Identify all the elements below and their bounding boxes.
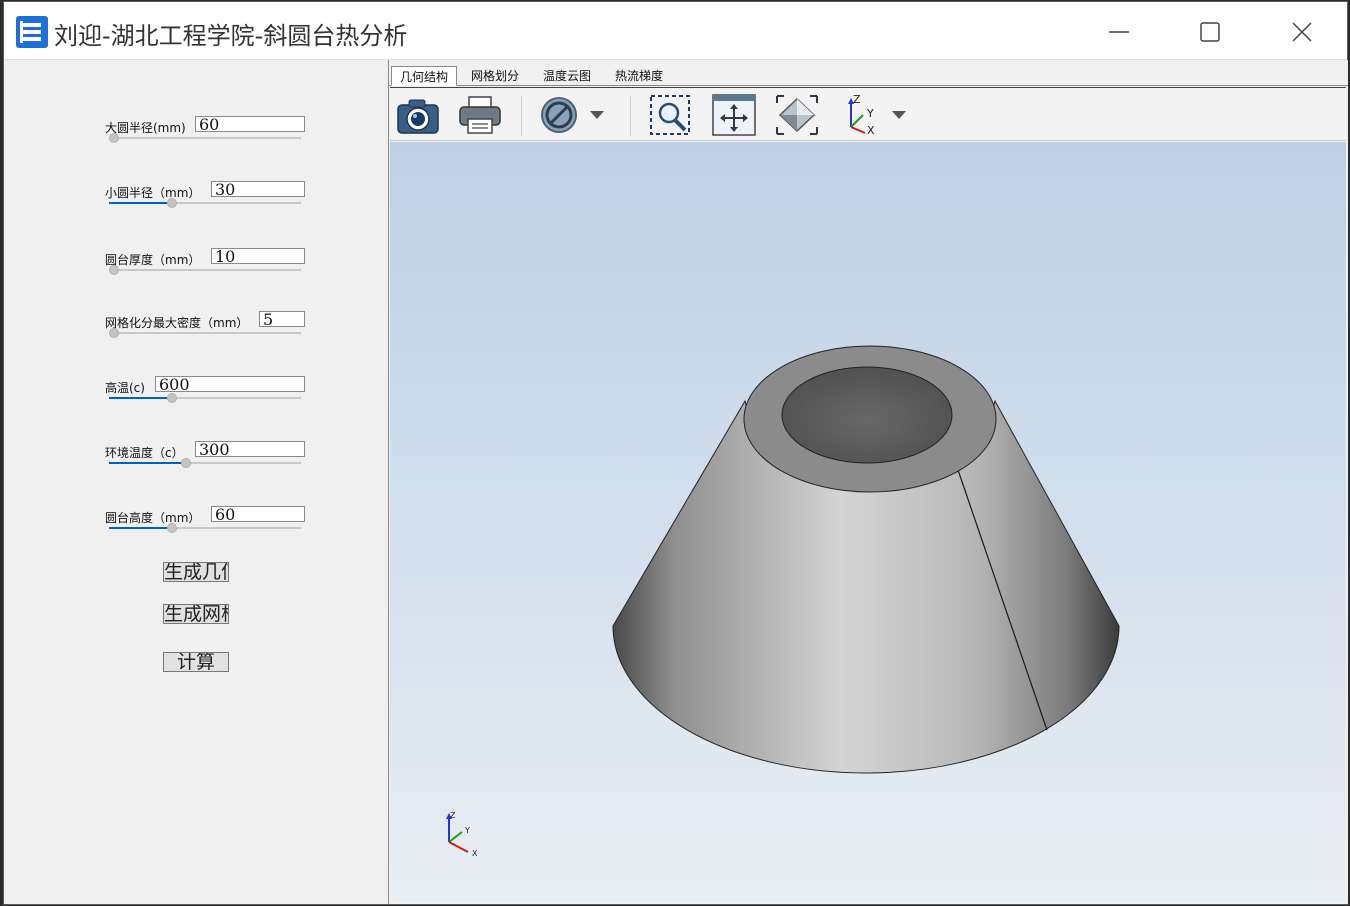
screenshot-button[interactable]: [394, 92, 442, 138]
param-label: 圆台厚度（mm）: [105, 253, 201, 267]
thickness-slider[interactable]: [109, 265, 301, 275]
minimize-icon: [1109, 31, 1129, 33]
param-thickness: 圆台厚度（mm） 10: [105, 248, 305, 291]
param-small-radius: 小圆半径（mm） 30: [105, 181, 305, 224]
compute-button[interactable]: 计算: [163, 652, 229, 672]
param-label: 环境温度（c）: [105, 446, 184, 460]
ambient-temp-input[interactable]: 300: [195, 441, 305, 457]
triad-z-label: Z: [450, 811, 456, 820]
small-radius-slider[interactable]: [109, 198, 301, 208]
tab-temperature[interactable]: 温度云图: [535, 66, 599, 86]
zoom-box-icon: [650, 95, 690, 135]
parameter-panel: 大圆半径(mm) 60 小圆半径（mm） 30 圆台厚度（mm） 10 网格化分…: [4, 60, 388, 904]
tab-heat-flux[interactable]: 热流梯度: [607, 66, 671, 86]
fit-all-button[interactable]: [710, 92, 758, 138]
axes-orientation-icon: Z Y X: [848, 93, 875, 137]
toolbar-separator: [521, 96, 522, 136]
mesh-density-slider[interactable]: [109, 328, 301, 338]
toolbar-separator: [630, 96, 631, 136]
cone-height-slider[interactable]: [109, 523, 301, 533]
view-orientation-dropdown[interactable]: [886, 92, 912, 138]
minimize-button[interactable]: [1096, 10, 1142, 54]
slider-fill: [109, 397, 172, 399]
big-radius-input[interactable]: 60: [195, 116, 305, 132]
high-temp-input[interactable]: 600: [155, 376, 305, 392]
app-window: 刘迎-湖北工程学院-斜圆台热分析 大圆半径(mm) 60 小圆半径（mm） 30: [3, 1, 1348, 905]
tab-mesh[interactable]: 网格划分: [463, 66, 527, 86]
fit-all-icon: [712, 94, 756, 136]
param-label: 圆台高度（mm）: [105, 511, 201, 525]
slider-thumb[interactable]: [167, 523, 177, 533]
cone-height-input[interactable]: 60: [211, 506, 305, 522]
axes-orientation-button[interactable]: Z Y X: [836, 92, 884, 138]
slider-thumb[interactable]: [167, 393, 177, 403]
param-label: 高温(c): [105, 381, 145, 395]
3d-viewport[interactable]: Z Y X: [390, 142, 1346, 902]
slider-thumb[interactable]: [109, 265, 119, 275]
param-cone-height: 圆台高度（mm） 60: [105, 506, 305, 549]
clip-plane-dropdown[interactable]: [584, 92, 610, 138]
param-big-radius: 大圆半径(mm) 60: [105, 116, 305, 159]
param-mesh-density: 网格化分最大密度（mm） 5: [105, 311, 305, 354]
frustum-inner-hole: [781, 366, 953, 464]
high-temp-slider[interactable]: [109, 393, 301, 403]
close-icon: [1292, 22, 1312, 42]
window-title: 刘迎-湖北工程学院-斜圆台热分析: [54, 22, 408, 50]
maximize-button[interactable]: [1187, 10, 1233, 54]
axis-triad: Z Y X: [446, 811, 478, 858]
param-label: 小圆半径（mm）: [105, 186, 201, 200]
clip-plane-icon: [541, 97, 577, 133]
tab-bar: 几何结构 网格划分 温度云图 热流梯度: [389, 66, 1348, 86]
param-label: 网格化分最大密度（mm）: [105, 316, 249, 330]
close-button[interactable]: [1279, 10, 1325, 54]
print-icon: [459, 96, 501, 134]
mesh-density-input[interactable]: 5: [259, 311, 305, 327]
generate-mesh-button[interactable]: 生成网格: [163, 604, 229, 624]
axis-x-label: X: [867, 124, 875, 137]
generate-geometry-button[interactable]: 生成几何: [163, 562, 229, 582]
slider-fill: [109, 462, 186, 464]
view-panel: 几何结构 网格划分 温度云图 热流梯度 Z Y X Z Y X: [388, 60, 1348, 904]
maximize-icon: [1200, 22, 1220, 42]
iso-view-button[interactable]: [773, 92, 821, 138]
slider-fill: [109, 202, 172, 204]
ambient-temp-slider[interactable]: [109, 458, 301, 468]
slider-thumb[interactable]: [109, 133, 119, 143]
triad-y-label: Y: [464, 826, 470, 835]
thickness-input[interactable]: 10: [211, 248, 305, 264]
slider-fill: [109, 527, 172, 529]
slider-thumb[interactable]: [167, 198, 177, 208]
model-canvas[interactable]: Z Y X: [390, 142, 1346, 902]
slider-thumb[interactable]: [109, 328, 119, 338]
viewer-toolbar: Z Y X: [390, 87, 1346, 141]
triad-x-label: X: [472, 849, 478, 858]
chevron-down-icon: [590, 111, 604, 119]
clip-plane-button[interactable]: [536, 92, 584, 138]
camera-icon: [397, 99, 439, 134]
axis-z-label: Z: [853, 93, 861, 106]
title-bar: 刘迎-湖北工程学院-斜圆台热分析: [4, 2, 1347, 60]
app-logo-icon: [16, 16, 48, 48]
print-button[interactable]: [456, 92, 504, 138]
small-radius-input[interactable]: 30: [211, 181, 305, 197]
big-radius-slider[interactable]: [109, 133, 301, 143]
zoom-box-button[interactable]: [647, 92, 695, 138]
view-iso-icon: [776, 95, 818, 135]
param-high-temp: 高温(c) 600: [105, 376, 305, 419]
chevron-down-icon: [892, 111, 906, 119]
axis-y-label: Y: [866, 107, 874, 120]
tab-geometry[interactable]: 几何结构: [391, 66, 458, 86]
slider-thumb[interactable]: [181, 458, 191, 468]
param-ambient-temp: 环境温度（c） 300: [105, 441, 305, 484]
